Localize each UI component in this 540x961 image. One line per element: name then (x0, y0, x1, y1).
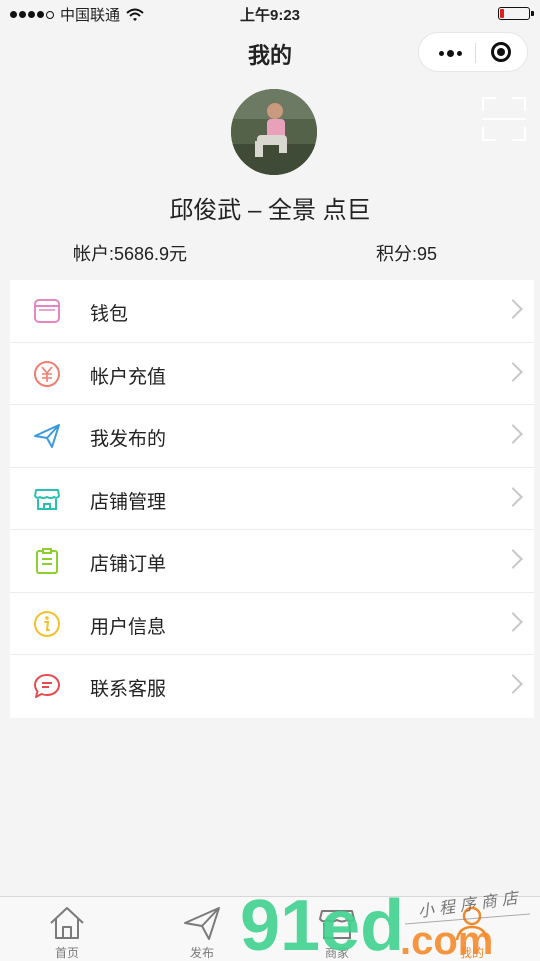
close-miniprogram-icon[interactable] (491, 42, 511, 62)
paper-plane-icon (34, 424, 60, 448)
menu-item-label: 帐户充值 (90, 366, 167, 388)
chevron-right-icon (503, 486, 523, 507)
tab-label: 发布 (189, 946, 214, 960)
wallet-icon (34, 299, 60, 323)
watermark-logo: 91ed .com 小 程 序 商 店 (240, 886, 531, 960)
menu-item-label: 店铺订单 (90, 554, 167, 575)
menu-item-label: 店铺管理 (90, 491, 167, 513)
info-icon (34, 610, 60, 637)
menu-item-my-posts[interactable]: 我发布的 (10, 405, 534, 468)
menu-item-wallet[interactable]: 钱包 (10, 280, 534, 343)
chevron-right-icon (503, 299, 523, 319)
avatar[interactable] (231, 89, 317, 175)
tab-home[interactable]: 首页 (22, 897, 112, 961)
menu-item-store-management[interactable]: 店铺管理 (10, 468, 534, 530)
points-value: 积分:95 (376, 244, 438, 264)
clipboard-icon (36, 548, 58, 574)
battery-level (500, 9, 505, 18)
capsule-divider (475, 43, 476, 63)
menu-item-customer-service[interactable]: 联系客服 (10, 655, 534, 718)
svg-text:.com: .com (400, 919, 493, 960)
account-balance: 帐户:5686.9元 (73, 244, 188, 264)
chat-icon (34, 674, 60, 698)
svg-text:91ed: 91ed (240, 886, 404, 960)
tab-label: 首页 (54, 946, 79, 960)
chevron-right-icon (503, 424, 523, 444)
scan-icon[interactable] (482, 97, 526, 141)
menu-item-recharge[interactable]: 帐户充值 (10, 343, 534, 405)
miniprogram-capsule (418, 32, 528, 72)
home-icon (50, 907, 84, 939)
battery-icon (498, 7, 534, 20)
username: 邱俊武 – 全景 点巨 (169, 197, 371, 224)
menu-list: 钱包 帐户充值 我发布的 店铺管理 店铺订单 用户信息 联系客服 (10, 280, 534, 718)
tab-publish[interactable]: 发布 (157, 897, 247, 961)
chevron-right-icon (503, 361, 523, 382)
chevron-right-icon (503, 549, 523, 569)
menu-item-label: 用户信息 (90, 616, 167, 638)
chevron-right-icon (503, 674, 523, 694)
status-bar: 中国联通 上午9:23 (0, 0, 540, 28)
menu-item-store-orders[interactable]: 店铺订单 (10, 530, 534, 593)
chevron-right-icon (503, 611, 523, 632)
paper-plane-icon (184, 907, 220, 940)
menu-item-label: 我发布的 (90, 429, 167, 450)
more-options-icon[interactable] (433, 43, 467, 63)
menu-item-label: 钱包 (90, 304, 129, 325)
menu-item-label: 联系客服 (90, 679, 167, 700)
navigation-bar: 我的 (0, 28, 540, 78)
menu-item-user-info[interactable]: 用户信息 (10, 593, 534, 655)
yuan-icon (34, 360, 60, 387)
status-time: 上午9:23 (239, 7, 301, 24)
store-icon (34, 488, 60, 510)
